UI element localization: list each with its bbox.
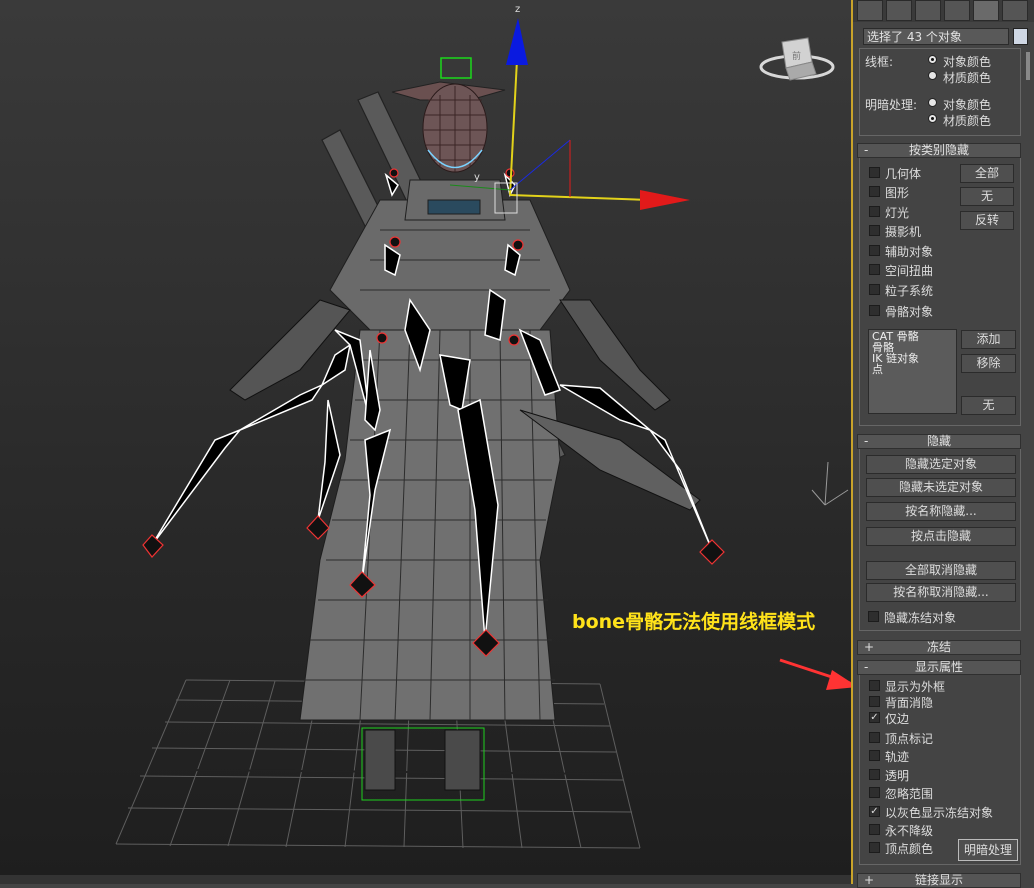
category-none-button[interactable]: 无 <box>960 187 1014 206</box>
hide-frozen-checkbox[interactable] <box>868 611 879 622</box>
category-shapes-checkbox[interactable] <box>869 186 880 197</box>
category-cameras-label: 摄影机 <box>885 225 922 239</box>
show-frozen-gray-checkbox[interactable]: ✓ <box>869 806 880 817</box>
freeze-header[interactable]: + 冻结 <box>857 640 1021 655</box>
list-item[interactable]: IK 链对象 <box>872 353 956 364</box>
ignore-extents-label: 忽略范围 <box>885 787 934 801</box>
viewcube-label: 前 <box>792 50 801 62</box>
category-list-none-button[interactable]: 无 <box>961 396 1016 415</box>
edges-only-checkbox[interactable]: ✓ <box>869 712 880 723</box>
panel-scrollbar[interactable] <box>1026 52 1030 80</box>
wireframe-material-color-label: 材质颜色 <box>943 71 992 85</box>
selection-color-swatch[interactable] <box>1013 28 1028 45</box>
hide-unselected-button[interactable]: 隐藏未选定对象 <box>866 478 1016 497</box>
vertex-colors-label: 顶点颜色 <box>885 842 934 856</box>
body-mesh <box>299 179 571 721</box>
display-properties-rollout <box>859 667 1021 865</box>
hide-title: 隐藏 <box>926 434 951 448</box>
scene-canvas[interactable]: z y 前 <box>0 0 853 884</box>
never-degrade-label: 永不降级 <box>885 824 934 838</box>
category-shapes-label: 图形 <box>885 186 910 200</box>
vertex-ticks-label: 顶点标记 <box>885 732 934 746</box>
display-properties-header[interactable]: - 显示属性 <box>857 660 1021 675</box>
vertex-ticks-checkbox[interactable] <box>869 732 880 743</box>
category-list[interactable]: CAT 骨骼 骨骼 IK 链对象 点 <box>868 329 957 414</box>
never-degrade-checkbox[interactable] <box>869 824 880 835</box>
display-tab-icon[interactable] <box>973 0 999 21</box>
category-lights-label: 灯光 <box>885 206 910 220</box>
category-remove-button[interactable]: 移除 <box>961 354 1016 373</box>
backface-cull-label: 背面消隐 <box>885 696 934 710</box>
wireframe-label: 线框: <box>865 55 894 69</box>
category-bones-label: 骨骼对象 <box>885 305 934 319</box>
display-as-box-label: 显示为外框 <box>885 680 946 694</box>
see-through-label: 透明 <box>885 769 910 783</box>
hierarchy-tab-icon[interactable] <box>915 0 941 21</box>
wireframe-object-color-label: 对象颜色 <box>943 55 992 69</box>
backface-cull-checkbox[interactable] <box>869 696 880 707</box>
shaded-object-color-radio[interactable] <box>928 98 937 107</box>
shaded-material-color-label: 材质颜色 <box>943 114 992 128</box>
unhide-all-button[interactable]: 全部取消隐藏 <box>866 561 1016 580</box>
create-tab-icon[interactable] <box>857 0 883 21</box>
list-item[interactable]: 点 <box>872 364 956 375</box>
vertex-colors-checkbox[interactable] <box>869 842 880 853</box>
link-display-header[interactable]: + 链接显示 <box>857 873 1021 888</box>
wireframe-object-color-radio[interactable] <box>928 55 937 64</box>
category-particles-checkbox[interactable] <box>869 284 880 295</box>
shaded-material-color-radio[interactable] <box>928 114 937 123</box>
hide-selected-button[interactable]: 隐藏选定对象 <box>866 455 1016 474</box>
category-lights-checkbox[interactable] <box>869 206 880 217</box>
feet-mesh <box>361 727 485 801</box>
display-as-box-checkbox[interactable] <box>869 680 880 691</box>
trajectory-label: 轨迹 <box>885 750 910 764</box>
see-through-checkbox[interactable] <box>869 769 880 780</box>
motion-tab-icon[interactable] <box>944 0 970 21</box>
trajectory-checkbox[interactable] <box>869 750 880 761</box>
edges-only-label: 仅边 <box>885 712 910 726</box>
category-geometry-label: 几何体 <box>885 167 922 181</box>
shaded-button[interactable]: 明暗处理 <box>958 839 1018 861</box>
hide-by-name-button[interactable]: 按名称隐藏... <box>866 502 1016 521</box>
viewport-bottom-strip <box>0 875 851 884</box>
category-helpers-checkbox[interactable] <box>869 245 880 256</box>
selection-name-field[interactable]: 选择了 43 个对象 <box>863 28 1009 45</box>
utilities-tab-icon[interactable] <box>1002 0 1028 21</box>
category-invert-button[interactable]: 反转 <box>960 211 1014 230</box>
command-panel-tabs <box>853 0 1034 22</box>
category-spacewarps-label: 空间扭曲 <box>885 264 934 278</box>
hide-header[interactable]: - 隐藏 <box>857 434 1021 449</box>
annotation-text: bone骨骼无法使用线框模式 <box>572 611 816 633</box>
hide-frozen-label: 隐藏冻结对象 <box>884 611 957 625</box>
hide-by-hit-button[interactable]: 按点击隐藏 <box>866 527 1016 546</box>
hide-by-category-header[interactable]: - 按类别隐藏 <box>857 143 1021 158</box>
category-geometry-checkbox[interactable] <box>869 167 880 178</box>
wireframe-material-color-radio[interactable] <box>928 71 937 80</box>
category-all-button[interactable]: 全部 <box>960 164 1014 183</box>
shaded-object-color-label: 对象颜色 <box>943 98 992 112</box>
freeze-title: 冻结 <box>926 640 951 654</box>
gizmo-z-label: z <box>515 4 520 15</box>
perspective-viewport[interactable]: z y 前 bone骨骼无法使用线框模式 <box>0 0 853 884</box>
world-axis-tripod <box>811 461 849 506</box>
ignore-extents-checkbox[interactable] <box>869 787 880 798</box>
category-particles-label: 粒子系统 <box>885 284 934 298</box>
modify-tab-icon[interactable] <box>886 0 912 21</box>
hide-by-category-title: 按类别隐藏 <box>908 143 969 157</box>
category-bones-checkbox[interactable] <box>869 305 880 316</box>
link-display-title: 链接显示 <box>914 873 963 887</box>
gizmo-y-label: y <box>474 172 480 183</box>
display-properties-title: 显示属性 <box>914 660 963 674</box>
command-panel: 选择了 43 个对象 线框: 对象颜色 材质颜色 明暗处理: 对象颜色 材质颜色… <box>853 0 1034 888</box>
category-spacewarps-checkbox[interactable] <box>869 264 880 275</box>
category-cameras-checkbox[interactable] <box>869 225 880 236</box>
shaded-label: 明暗处理: <box>865 98 918 112</box>
show-frozen-gray-label: 以灰色显示冻结对象 <box>885 806 994 820</box>
category-add-button[interactable]: 添加 <box>961 330 1016 349</box>
unhide-by-name-button[interactable]: 按名称取消隐藏... <box>866 583 1016 602</box>
category-helpers-label: 辅助对象 <box>885 245 934 259</box>
annotation-arrow <box>779 658 851 690</box>
